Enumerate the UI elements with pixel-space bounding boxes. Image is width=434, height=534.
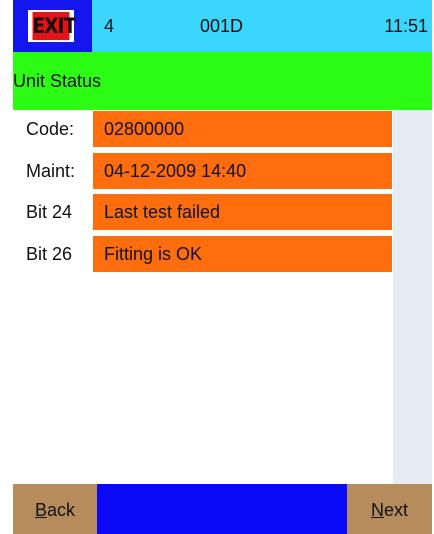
maint-value: 04-12-2009 14:40 [93, 153, 392, 189]
unit-number: 4 [104, 16, 115, 36]
top-status-bar: EXIT 4 001D 11:51 [13, 0, 432, 52]
next-label: ext [383, 500, 408, 520]
unit-id: 001D [200, 16, 244, 36]
exit-button[interactable]: EXIT [13, 0, 92, 52]
maint-label: Maint: [26, 161, 76, 181]
bottom-nav-bar: Back Next [13, 484, 432, 534]
code-label: Code: [26, 119, 75, 139]
exit-sign-icon: EXIT [28, 10, 76, 42]
page-title: Unit Status [13, 71, 102, 91]
clock-time: 11:51 [384, 16, 428, 36]
next-button[interactable]: Next [347, 484, 432, 534]
exit-label: EXIT [32, 12, 76, 40]
back-button[interactable]: Back [13, 484, 97, 534]
side-column [393, 110, 432, 484]
back-label: ack [47, 500, 76, 520]
bit26-value: Fitting is OK [93, 236, 392, 272]
bit26-label: Bit 26 [26, 244, 73, 264]
bit24-label: Bit 24 [26, 202, 73, 222]
back-hotkey: B [34, 500, 47, 520]
next-hotkey: N [370, 500, 384, 520]
title-bar: Unit Status [13, 52, 432, 110]
code-value: 02800000 [93, 111, 392, 147]
unit-status-screen: EXIT 4 001D 11:51 Unit Status Code: 0280… [0, 0, 434, 534]
nav-spacer [97, 484, 347, 534]
bit24-value: Last test failed [93, 194, 392, 230]
